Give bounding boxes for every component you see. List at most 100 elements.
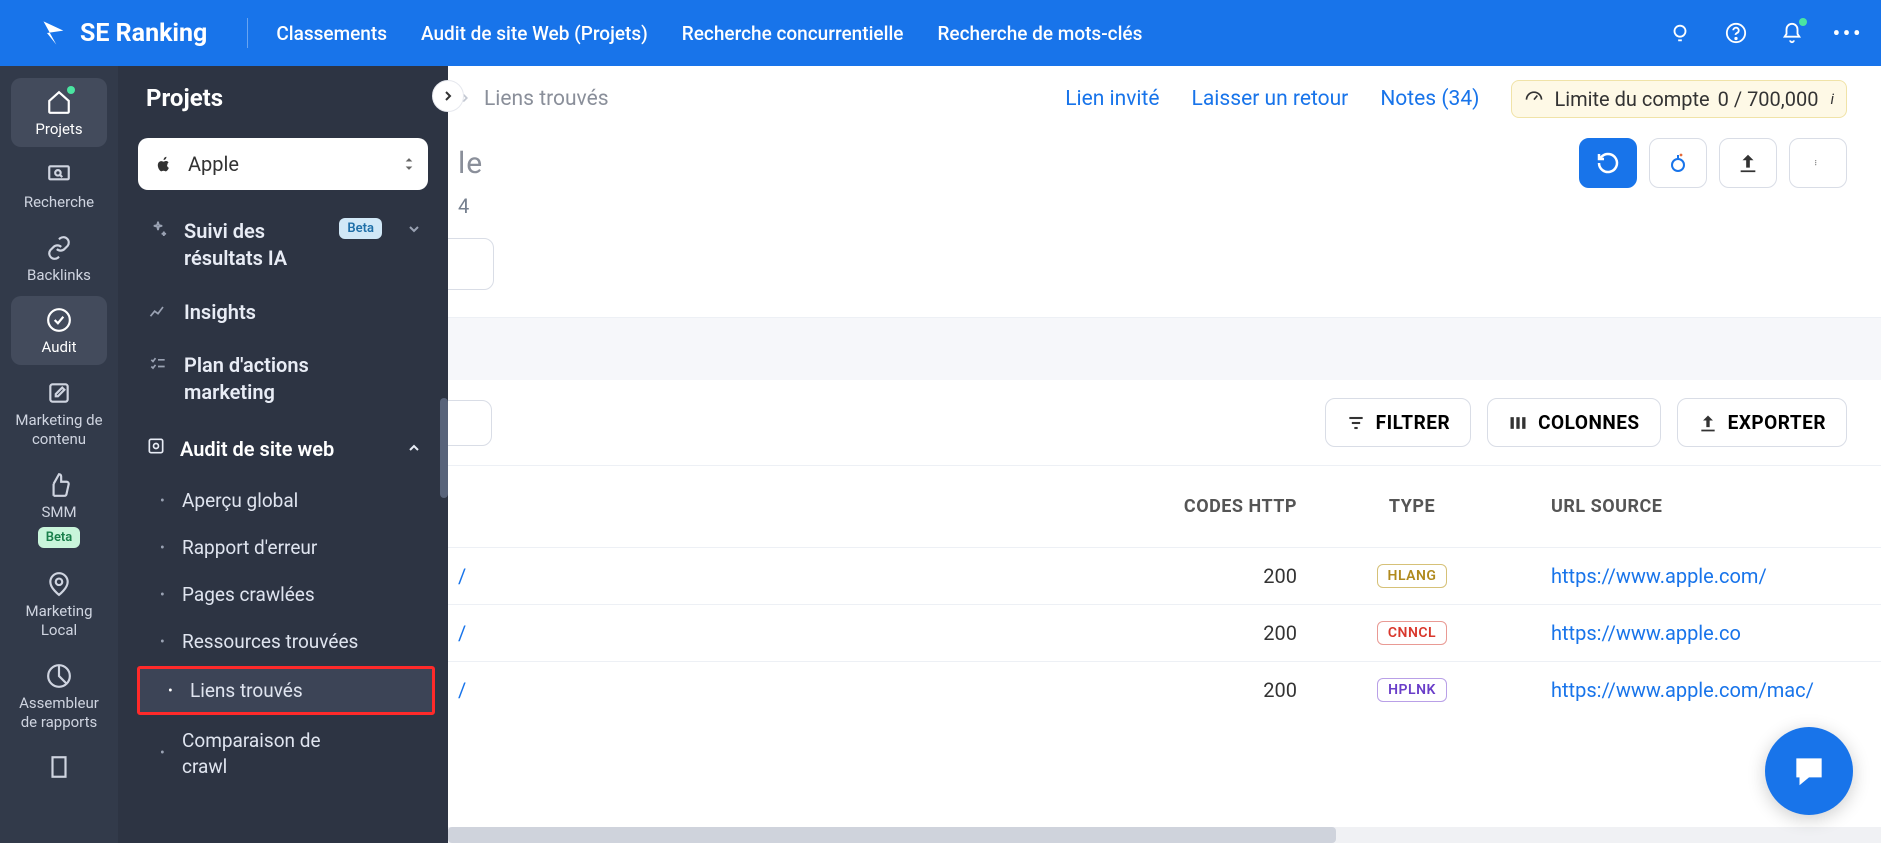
table-row: / 200 CNNCL https://www.apple.co bbox=[448, 604, 1881, 661]
filter-area bbox=[448, 234, 1881, 318]
filter-label: FILTRER bbox=[1376, 411, 1450, 434]
sub-apercu-global[interactable]: Aperçu global bbox=[130, 477, 442, 524]
link-icon bbox=[45, 234, 73, 262]
filter-button[interactable]: FILTRER bbox=[1325, 398, 1471, 447]
th-codes-http[interactable]: CODES HTTP bbox=[1067, 496, 1297, 517]
subtitle-date: 4 bbox=[448, 188, 1881, 234]
source-link[interactable]: https://www.apple.com/ bbox=[1551, 564, 1767, 588]
info-icon: i bbox=[1830, 90, 1834, 108]
nav-classements[interactable]: Classements bbox=[276, 22, 387, 45]
cell-http-code: 200 bbox=[1067, 678, 1297, 702]
building-icon bbox=[45, 753, 73, 781]
cell-url-fragment[interactable]: / bbox=[458, 621, 466, 645]
section-audit-site-web[interactable]: Audit de site web bbox=[118, 420, 442, 477]
actions-right: FILTRER COLONNES EXPORTER bbox=[1325, 398, 1847, 447]
breadcrumb-row: Liens trouvés Lien invité Laisser un ret… bbox=[448, 66, 1881, 118]
rail-label: Marketing Local bbox=[15, 602, 103, 640]
cell-url-source: https://www.apple.co bbox=[1527, 621, 1847, 645]
columns-button[interactable]: COLONNES bbox=[1487, 398, 1661, 447]
title-row: le bbox=[448, 118, 1881, 188]
cell-url-source: https://www.apple.com/mac/ bbox=[1527, 678, 1847, 702]
sparkle-icon bbox=[146, 218, 170, 242]
sub-label: Aperçu global bbox=[182, 489, 298, 512]
menu-plan-actions-marketing[interactable]: Plan d'actions marketing bbox=[118, 338, 442, 420]
cell-http-code: 200 bbox=[1067, 564, 1297, 588]
source-link[interactable]: https://www.apple.co bbox=[1551, 621, 1741, 645]
sub-pages-crawlees[interactable]: Pages crawlées bbox=[130, 571, 442, 618]
apple-icon bbox=[152, 152, 176, 176]
scrollbar-thumb[interactable] bbox=[440, 398, 448, 498]
brand-logo[interactable]: SE Ranking bbox=[40, 19, 247, 48]
link-laisser-retour[interactable]: Laisser un retour bbox=[1192, 87, 1349, 111]
nav-audit-site-web[interactable]: Audit de site Web (Projets) bbox=[421, 22, 648, 45]
rail-smm[interactable]: SMM Beta bbox=[11, 461, 107, 557]
account-limit-value: 0 / 700,000 bbox=[1718, 87, 1819, 111]
rail-label: Marketing de contenu bbox=[15, 411, 103, 449]
sub-rapport-erreur[interactable]: Rapport d'erreur bbox=[130, 524, 442, 571]
bell-icon[interactable] bbox=[1779, 20, 1805, 46]
rail-backlinks[interactable]: Backlinks bbox=[11, 224, 107, 293]
sub-comparaison-crawl[interactable]: Comparaison de crawl bbox=[130, 716, 442, 791]
project-name: Apple bbox=[188, 152, 392, 176]
th-url-source[interactable]: URL SOURCE bbox=[1527, 496, 1847, 517]
upload-button[interactable] bbox=[1719, 138, 1777, 188]
menu-suivi-resultats-ia[interactable]: Suivi des résultats IA Beta bbox=[118, 204, 442, 286]
rail-marketing-contenu[interactable]: Marketing de contenu bbox=[11, 369, 107, 457]
section-label: Audit de site web bbox=[180, 437, 334, 461]
type-badge: HPLNK bbox=[1377, 678, 1447, 702]
cell-http-code: 200 bbox=[1067, 621, 1297, 645]
more-button[interactable] bbox=[1789, 138, 1847, 188]
sub-label: Ressources trouvées bbox=[182, 630, 358, 653]
section-sub-list: Aperçu global Rapport d'erreur Pages cra… bbox=[118, 477, 442, 791]
link-notes[interactable]: Notes (34) bbox=[1380, 87, 1479, 111]
project-selector[interactable]: Apple bbox=[138, 138, 428, 190]
lightbulb-icon[interactable] bbox=[1667, 20, 1693, 46]
menu-label: Plan d'actions marketing bbox=[184, 352, 309, 406]
export-button[interactable]: EXPORTER bbox=[1677, 398, 1847, 447]
breadcrumb-right: Lien invité Laisser un retour Notes (34)… bbox=[1065, 80, 1847, 118]
rail-assembleur-rapports[interactable]: Assembleur de rapports bbox=[11, 652, 107, 740]
cell-url-fragment[interactable]: / bbox=[458, 564, 466, 588]
side-panel: Projets Apple Suivi des résultats IA Bet… bbox=[118, 66, 448, 843]
links-table: CODES HTTP TYPE URL SOURCE / 200 HLANG h… bbox=[448, 465, 1881, 718]
more-icon[interactable]: ••• bbox=[1835, 20, 1861, 46]
gauge-icon bbox=[1524, 88, 1546, 110]
analysis-button[interactable] bbox=[1649, 138, 1707, 188]
side-scrollbar[interactable] bbox=[440, 398, 448, 838]
collapse-panel-button[interactable] bbox=[432, 80, 464, 112]
rail-label: Audit bbox=[42, 338, 77, 357]
sub-liens-trouves[interactable]: Liens trouvés bbox=[138, 667, 434, 714]
rail-projets[interactable]: Projets bbox=[11, 78, 107, 147]
rail-recherche[interactable]: Recherche bbox=[11, 151, 107, 220]
home-icon bbox=[45, 88, 73, 116]
link-lien-invite[interactable]: Lien invité bbox=[1065, 87, 1159, 111]
tag-badge[interactable] bbox=[448, 400, 492, 446]
rail-audit[interactable]: Audit bbox=[11, 296, 107, 365]
rail-label: SMM bbox=[41, 503, 76, 522]
source-link[interactable]: https://www.apple.com/mac/ bbox=[1551, 678, 1814, 702]
nav-recherche-mots-cles[interactable]: Recherche de mots-clés bbox=[937, 22, 1142, 45]
nav-recherche-concurrentielle[interactable]: Recherche concurrentielle bbox=[682, 22, 904, 45]
rail-marketing-local[interactable]: Marketing Local bbox=[11, 560, 107, 648]
notification-dot bbox=[1799, 18, 1807, 26]
refresh-button[interactable] bbox=[1579, 138, 1637, 188]
rail-label: Recherche bbox=[24, 193, 94, 212]
th-type[interactable]: TYPE bbox=[1297, 496, 1527, 517]
menu-insights[interactable]: Insights bbox=[118, 286, 442, 338]
horizontal-scrollbar[interactable] bbox=[448, 827, 1881, 843]
chat-button[interactable] bbox=[1765, 727, 1853, 815]
help-icon[interactable] bbox=[1723, 20, 1749, 46]
header-divider bbox=[247, 18, 248, 48]
account-limit-badge[interactable]: Limite du compte 0 / 700,000 i bbox=[1511, 80, 1847, 118]
logo-icon bbox=[40, 19, 68, 47]
chevron-down-icon bbox=[406, 218, 422, 242]
scrollbar-thumb[interactable] bbox=[448, 827, 1336, 843]
sub-label: Comparaison de crawl bbox=[182, 728, 321, 779]
menu-label: Insights bbox=[184, 300, 256, 324]
account-limit-label: Limite du compte bbox=[1554, 87, 1709, 111]
sub-ressources-trouvees[interactable]: Ressources trouvées bbox=[130, 618, 442, 665]
chevron-up-icon bbox=[406, 437, 422, 461]
rail-extra[interactable] bbox=[11, 743, 107, 781]
tag-input[interactable] bbox=[448, 238, 494, 290]
cell-url-fragment[interactable]: / bbox=[458, 678, 466, 702]
